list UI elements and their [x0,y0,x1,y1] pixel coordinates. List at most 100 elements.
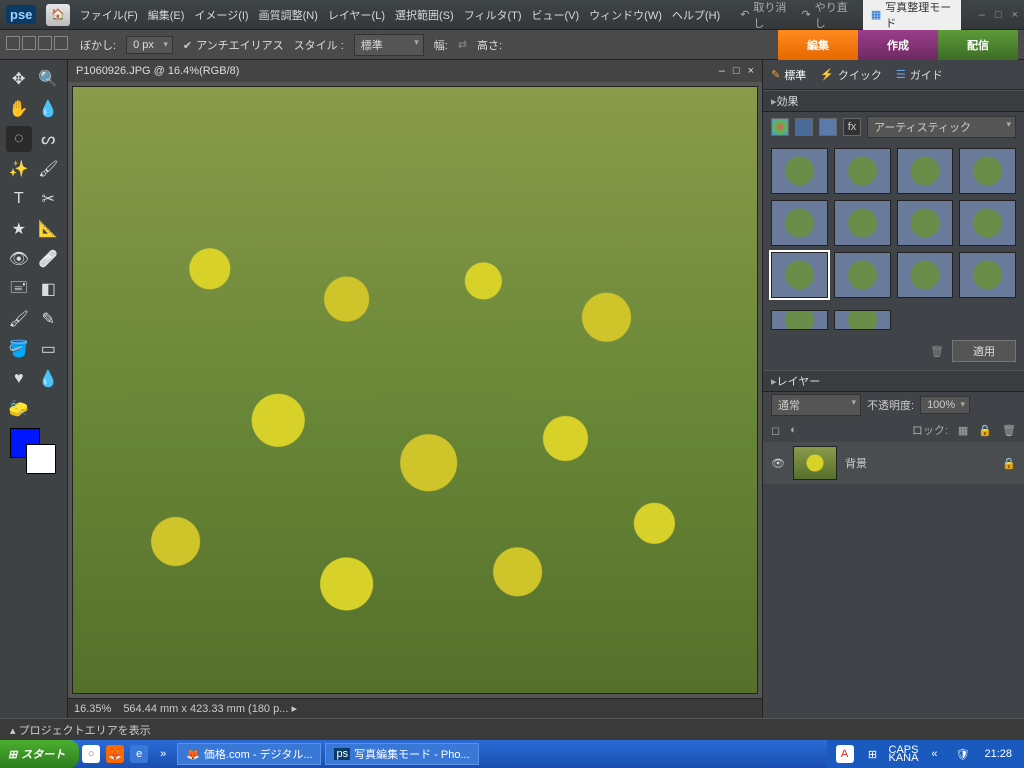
effect-thumb[interactable] [959,148,1016,194]
effect-thumb[interactable] [771,310,828,330]
tab-edit[interactable]: 編集 [778,30,858,60]
tray-icon[interactable]: ⊞ [864,745,882,763]
sponge-tool[interactable]: 🧽 [6,396,32,422]
gradient-tool[interactable]: ▭ [36,336,62,362]
fx-style-icon[interactable] [795,118,813,136]
blend-mode-select[interactable]: 通常 [771,394,861,416]
fx-misc-icon[interactable]: fx [843,118,861,136]
organizer-mode-button[interactable]: ▦写真整理モード [863,0,961,34]
effect-thumb[interactable] [897,148,954,194]
menu-view[interactable]: ビュー(V) [532,7,580,23]
menu-file[interactable]: ファイル(F) [80,7,138,23]
redeye-tool[interactable]: 👁 [6,246,32,272]
type-tool[interactable]: T [6,186,32,212]
tab-share[interactable]: 配信 [938,30,1018,60]
menu-image[interactable]: イメージ(I) [194,7,248,23]
quicklaunch-icon[interactable]: e [130,745,148,763]
clock[interactable]: 21:28 [984,748,1012,760]
quicklaunch-icon[interactable]: » [154,745,172,763]
layer-row[interactable]: 👁 背景 🔒 [763,442,1024,484]
eyedropper-tool[interactable]: 💧 [36,96,62,122]
effect-thumb[interactable] [959,200,1016,246]
color-swatches[interactable] [6,426,61,472]
shape-tool[interactable]: ♥ [6,366,32,392]
healing-tool[interactable]: 🩹 [36,246,62,272]
marquee-tool[interactable]: ◌ [6,126,32,152]
rtab-quick[interactable]: ⚡クイック [820,67,882,83]
zoom-tool[interactable]: 🔍 [36,66,62,92]
fx-photo-icon[interactable] [819,118,837,136]
swap-icon[interactable]: ⇄ [458,38,467,51]
lock-all-icon[interactable]: 🔒 [978,424,992,437]
effect-thumb[interactable] [897,200,954,246]
blur-tool[interactable]: 💧 [36,366,62,392]
new-layer-icon[interactable]: ◻ [771,424,780,437]
effect-thumb[interactable] [834,148,891,194]
tray-icon[interactable]: « [925,745,943,763]
effect-thumb[interactable] [834,252,891,298]
magic-wand-tool[interactable]: ✨ [6,156,32,182]
effect-thumb[interactable] [771,200,828,246]
clone-tool[interactable]: 🖃 [6,276,32,302]
maximize-button[interactable]: □ [995,9,1002,21]
tray-icon[interactable]: 🛡 [953,745,971,763]
effect-thumb[interactable] [771,252,828,298]
effect-thumb[interactable] [771,148,828,194]
style-select[interactable]: 標準 [354,34,424,56]
layers-panel-header[interactable]: レイヤー [763,370,1024,392]
zoom-readout[interactable]: 16.35% [74,703,111,715]
quicklaunch-icon[interactable]: ○ [82,745,100,763]
delete-layer-icon[interactable]: 🗑 [1002,424,1016,437]
fx-filter-icon[interactable] [771,118,789,136]
menu-enhance[interactable]: 画質調整(N) [259,7,318,23]
menu-layer[interactable]: レイヤー(L) [328,7,385,23]
apply-button[interactable]: 適用 [952,340,1016,362]
adjustment-layer-icon[interactable]: ◐ [790,424,797,436]
visibility-icon[interactable]: 👁 [771,457,785,470]
ime-indicator[interactable]: CAPSKANA [889,746,919,762]
taskbar-item[interactable]: ps写真編集モード - Pho... [325,743,478,765]
eraser-tool[interactable]: ◧ [36,276,62,302]
undo-button[interactable]: ↶取り消し [740,0,791,31]
selection-mode-icons[interactable] [6,36,70,53]
antialias-checkbox[interactable]: アンチエイリアス [183,37,284,53]
home-button[interactable]: 🏠 [46,4,69,26]
doc-maximize[interactable]: □ [733,65,740,77]
cookie-cutter-tool[interactable]: ★ [6,216,32,242]
crop-tool[interactable]: ✂ [36,186,62,212]
menu-select[interactable]: 選択範囲(S) [395,7,454,23]
canvas[interactable] [72,86,758,694]
rtab-standard[interactable]: ✎標準 [771,67,806,83]
straighten-tool[interactable]: 📐 [36,216,62,242]
dimensions-readout[interactable]: 564.44 mm x 423.33 mm (180 p... ▸ [123,702,297,715]
effect-thumb[interactable] [834,310,891,330]
brush-tool[interactable]: 🖌 [6,306,32,332]
start-button[interactable]: ⊞スタート [0,740,79,768]
smart-brush-tool[interactable]: ✎ [36,306,62,332]
layer-name[interactable]: 背景 [845,455,867,471]
taskbar-item[interactable]: 🦊価格.com - デジタル... [177,743,321,765]
move-tool[interactable]: ✥ [6,66,32,92]
effects-category-select[interactable]: アーティスティック [867,116,1016,138]
redo-button[interactable]: ↷やり直し [802,0,853,31]
lasso-tool[interactable]: ᔕ [36,126,62,152]
hand-tool[interactable]: ✋ [6,96,32,122]
quicklaunch-icon[interactable]: 🦊 [106,745,124,763]
doc-close[interactable]: × [748,65,754,77]
project-area-toggle[interactable]: ▴ プロジェクトエリアを表示 [0,718,1024,740]
close-button[interactable]: × [1012,9,1018,21]
opacity-input[interactable]: 100% [920,396,970,414]
effect-thumb[interactable] [834,200,891,246]
quick-select-tool[interactable]: 🖌 [36,156,62,182]
menu-edit[interactable]: 編集(E) [148,7,185,23]
bucket-tool[interactable]: 🪣 [6,336,32,362]
menu-help[interactable]: ヘルプ(H) [672,7,720,23]
effect-thumb[interactable] [959,252,1016,298]
trash-icon[interactable]: 🗑 [930,345,944,358]
tray-icon[interactable]: A [836,745,854,763]
doc-minimize[interactable]: – [719,65,725,77]
effects-panel-header[interactable]: 効果 [763,90,1024,112]
menu-window[interactable]: ウィンドウ(W) [589,7,662,23]
minimize-button[interactable]: – [979,9,985,21]
lock-pixels-icon[interactable]: ▦ [958,424,968,437]
